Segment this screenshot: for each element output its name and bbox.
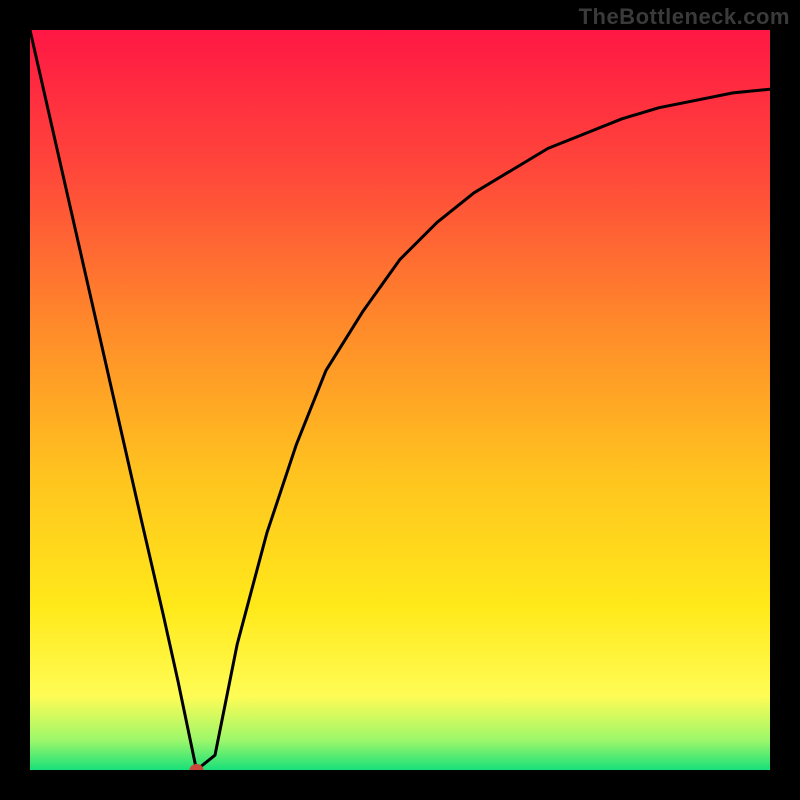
chart-svg (30, 30, 770, 770)
watermark-text: TheBottleneck.com (579, 4, 790, 30)
plot-area (30, 30, 770, 770)
chart-frame: TheBottleneck.com (0, 0, 800, 800)
gradient-background (30, 30, 770, 770)
